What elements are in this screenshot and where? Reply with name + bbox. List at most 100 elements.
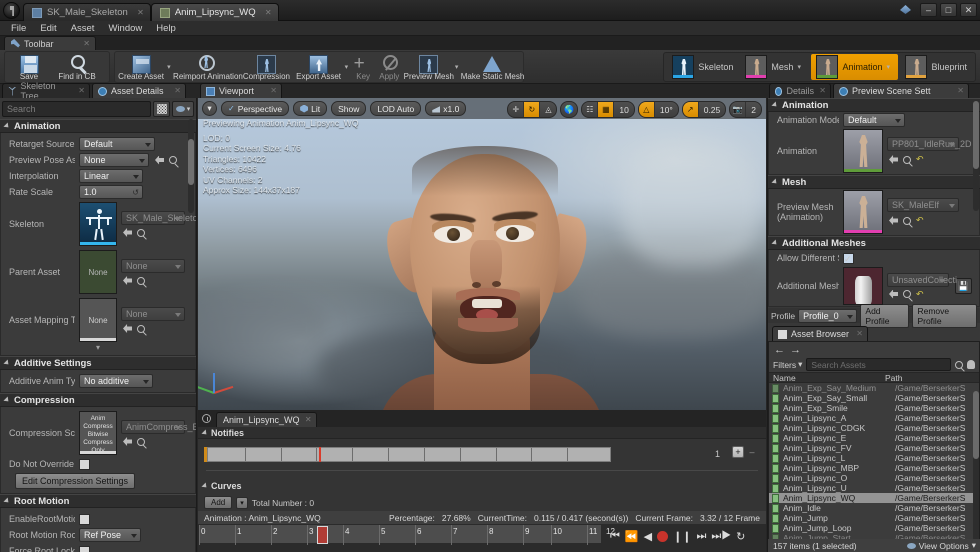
close-icon[interactable]: ✕ bbox=[137, 8, 144, 17]
browse-to-asset-icon[interactable] bbox=[903, 155, 911, 164]
menu-window[interactable]: Window bbox=[101, 21, 149, 36]
reset-icon[interactable]: ↺ bbox=[132, 188, 139, 197]
close-icon[interactable]: ✕ bbox=[174, 86, 181, 95]
skip-to-previous-button[interactable]: ⏮ bbox=[610, 530, 620, 543]
browse-to-asset-icon[interactable] bbox=[137, 228, 145, 237]
surface-snap-button[interactable]: ☷ bbox=[582, 102, 599, 117]
asset-search-input[interactable]: Search Assets bbox=[806, 358, 951, 371]
reset-icon[interactable]: ↶ bbox=[916, 215, 924, 226]
camera-speed-value[interactable]: 2 bbox=[746, 102, 761, 117]
forward-icon[interactable]: → bbox=[789, 343, 802, 356]
menu-asset[interactable]: Asset bbox=[64, 21, 102, 36]
camera-speed-icon[interactable]: 📷 bbox=[730, 102, 747, 117]
key-button[interactable]: + Key bbox=[351, 52, 376, 82]
add-curve-button[interactable]: Add bbox=[204, 496, 233, 509]
use-selected-asset-icon[interactable] bbox=[889, 289, 898, 299]
do-not-override-checkbox[interactable] bbox=[79, 458, 90, 470]
list-item[interactable]: Anim_Lipsync_A/Game/BerserkerS bbox=[769, 413, 979, 423]
filters-button[interactable]: Filters ▾ bbox=[773, 359, 802, 370]
save-collection-button[interactable]: 💾 bbox=[955, 278, 972, 294]
toolbar-tab[interactable]: Toolbar ✕ bbox=[4, 36, 96, 50]
compression-scheme-thumbnail[interactable]: Anim Compress Bitwise Compress Only bbox=[79, 411, 117, 455]
export-asset-button[interactable]: Export Asset bbox=[293, 52, 345, 82]
skip-to-end-button[interactable]: ⏭▶ bbox=[711, 530, 731, 543]
parent-asset-thumbnail[interactable]: None bbox=[79, 250, 117, 294]
show-menu-button[interactable]: Show bbox=[331, 101, 367, 116]
close-icon[interactable]: ✕ bbox=[270, 86, 277, 95]
collection-thumbnail[interactable] bbox=[843, 267, 883, 305]
record-button[interactable] bbox=[657, 530, 669, 542]
asset-mapping-combo[interactable]: None bbox=[121, 307, 185, 321]
window-tab-skeleton[interactable]: SK_Male_Skeleton ✕ bbox=[23, 3, 151, 21]
browse-to-asset-icon[interactable] bbox=[903, 216, 911, 225]
close-icon[interactable]: ✕ bbox=[78, 86, 85, 95]
list-item[interactable]: Anim_Exp_Smile/Game/BerserkerS bbox=[769, 403, 979, 413]
additive-anim-type-combo[interactable]: No additive bbox=[79, 374, 153, 388]
expand-section-button[interactable]: ▾ bbox=[1, 344, 195, 352]
notifies-track[interactable]: 1 + – bbox=[204, 443, 760, 465]
use-selected-asset-icon[interactable] bbox=[889, 155, 898, 164]
list-item[interactable]: Anim_Lipsync_U/Game/BerserkerS bbox=[769, 483, 979, 493]
timeline-ruler[interactable]: 0 1 2 3 4 5 6 7 8 9 10 11 bbox=[198, 524, 602, 545]
list-item[interactable]: Anim_Lipsync_O/Game/BerserkerS bbox=[769, 473, 979, 483]
close-icon[interactable]: ✕ bbox=[265, 8, 272, 17]
browse-to-asset-icon[interactable] bbox=[903, 290, 911, 298]
browse-to-asset-icon[interactable] bbox=[137, 276, 145, 285]
menu-edit[interactable]: Edit bbox=[33, 21, 63, 36]
list-item[interactable]: Anim_Jump_Loop/Game/BerserkerS bbox=[769, 523, 979, 533]
close-icon[interactable]: ✕ bbox=[819, 86, 826, 95]
parent-asset-combo[interactable]: None bbox=[121, 259, 185, 273]
section-header-animation-right[interactable]: Animation bbox=[768, 98, 980, 112]
save-button[interactable]: Save bbox=[5, 52, 53, 82]
use-selected-asset-icon[interactable] bbox=[123, 437, 132, 446]
menu-file[interactable]: File bbox=[4, 21, 33, 36]
world-space-button[interactable]: 🌎 bbox=[561, 102, 577, 117]
viewport-3d-scene[interactable]: Previewing Animation Anim_Lipsync_WQ LOD… bbox=[198, 98, 766, 410]
playback-speed-button[interactable]: x1.0 bbox=[425, 101, 467, 116]
use-selected-asset-icon[interactable] bbox=[889, 216, 898, 225]
window-tab-animation[interactable]: Anim_Lipsync_WQ ✕ bbox=[150, 3, 279, 21]
rotation-snap-toggle[interactable]: △ bbox=[638, 102, 655, 117]
translate-mode-button[interactable]: ✛ bbox=[508, 102, 525, 117]
preview-pose-combo[interactable]: None bbox=[79, 153, 149, 167]
preview-mesh-combo[interactable]: SK_MaleElf bbox=[887, 198, 959, 212]
search-input[interactable]: Search bbox=[2, 100, 151, 117]
pause-button[interactable]: ❙❙ bbox=[673, 530, 691, 543]
edit-compression-settings-button[interactable]: Edit Compression Settings bbox=[15, 473, 136, 489]
retarget-source-combo[interactable]: Default bbox=[79, 137, 155, 151]
back-icon[interactable]: ← bbox=[773, 343, 786, 356]
lit-mode-button[interactable]: Lit bbox=[293, 101, 328, 116]
compression-scheme-combo[interactable]: AnimCompress_B bbox=[121, 420, 196, 434]
skeleton-asset-combo[interactable]: SK_Male_Skeleton bbox=[121, 211, 196, 225]
list-item[interactable]: Anim_Exp_Say_Small/Game/BerserkerS bbox=[769, 393, 979, 403]
remove-notify-track-button[interactable]: – bbox=[746, 446, 758, 458]
enable-root-motion-checkbox[interactable] bbox=[79, 513, 90, 525]
grid-snap-value[interactable]: 10 bbox=[614, 102, 633, 117]
view-options-button[interactable]: ▾ bbox=[172, 100, 194, 117]
profile-combo[interactable]: Profile_0 bbox=[798, 308, 858, 323]
rotation-snap-value[interactable]: 10° bbox=[655, 102, 678, 117]
notifies-section-header[interactable]: Notifies bbox=[198, 427, 766, 439]
minimize-button[interactable]: – bbox=[920, 3, 937, 17]
use-selected-asset-icon[interactable] bbox=[123, 324, 132, 333]
preview-settings-scrollbar[interactable] bbox=[973, 101, 979, 211]
make-static-mesh-button[interactable]: Make Static Mesh bbox=[461, 52, 524, 82]
reimport-animation-button[interactable]: Reimport Animation bbox=[173, 52, 243, 82]
section-header-compression[interactable]: Compression bbox=[0, 393, 196, 407]
section-header-root-motion[interactable]: Root Motion bbox=[0, 494, 196, 508]
section-header-animation[interactable]: Animation bbox=[0, 119, 196, 133]
loop-button[interactable]: ↻ bbox=[736, 530, 745, 543]
section-header-mesh[interactable]: Mesh bbox=[768, 175, 980, 189]
lod-menu-button[interactable]: LOD Auto bbox=[370, 101, 422, 116]
column-header-path[interactable]: Path bbox=[885, 373, 903, 383]
list-item[interactable]: Anim_Lipsync_MBP/Game/BerserkerS bbox=[769, 463, 979, 473]
root-motion-root-lock-combo[interactable]: Ref Pose bbox=[79, 528, 141, 542]
timeline-playhead[interactable] bbox=[317, 526, 328, 544]
curves-section-header[interactable]: Curves bbox=[198, 480, 766, 492]
reset-icon[interactable]: ↶ bbox=[916, 154, 924, 165]
details-scrollbar[interactable] bbox=[188, 119, 194, 213]
scale-snap-toggle[interactable]: ↗ bbox=[682, 102, 699, 117]
add-curve-dropdown[interactable]: ▾ bbox=[236, 496, 248, 509]
list-item-selected[interactable]: Anim_Lipsync_WQ/Game/BerserkerS bbox=[769, 493, 979, 503]
scale-snap-value[interactable]: 0.25 bbox=[699, 102, 726, 117]
